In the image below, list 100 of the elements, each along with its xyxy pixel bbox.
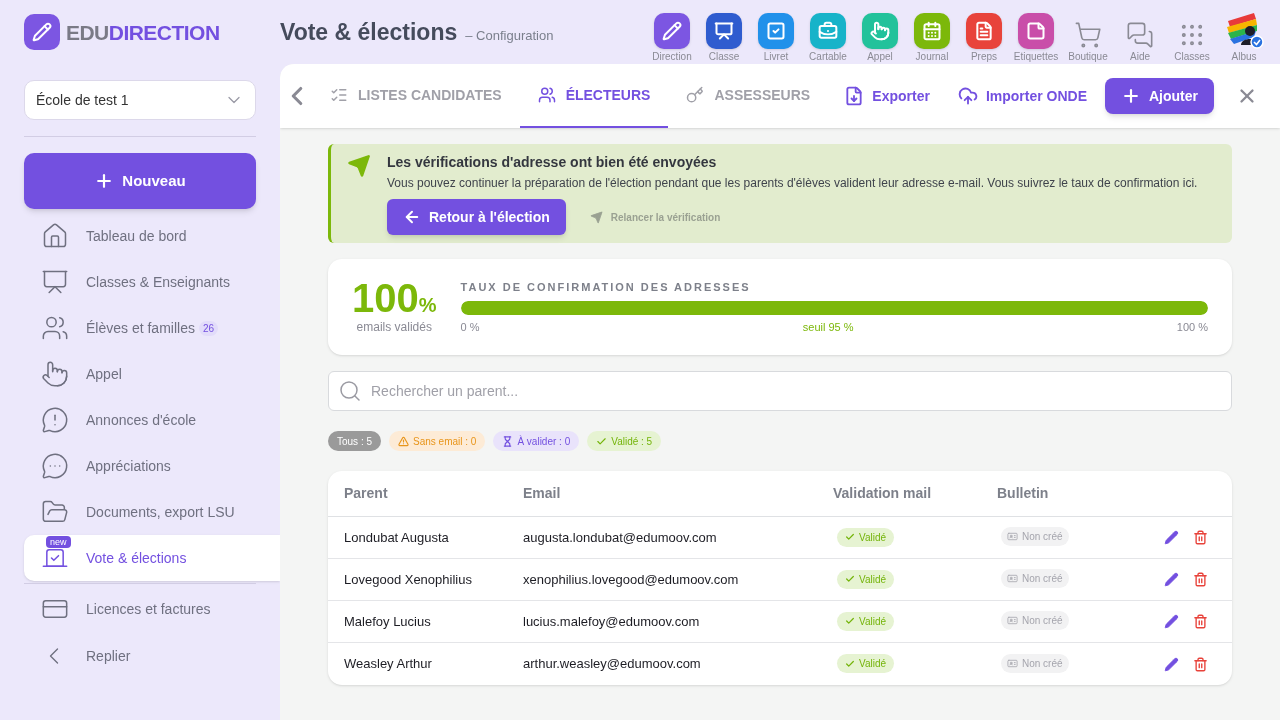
rate-title: TAUX DE CONFIRMATION DES ADRESSES: [460, 279, 752, 295]
check-icon: [596, 435, 608, 447]
scale-max: 100 %: [1176, 320, 1208, 335]
sidebar-label: Appel: [86, 364, 122, 384]
page-subtitle: – Configuration: [465, 26, 554, 45]
table-cell-text: xenophilius.lovegood@edumoov.com: [523, 570, 740, 589]
status-badge: Validé: [837, 654, 895, 673]
tab[interactable]: ASSESSEURS: [668, 64, 829, 128]
alert-bubble-icon: [41, 406, 69, 434]
column-header: Validation mail: [833, 484, 933, 503]
sidebar-item[interactable]: Licences et factures: [24, 586, 280, 632]
toolbar-link[interactable]: Exporter: [830, 85, 944, 107]
resend-link[interactable]: Relancer la vérification: [589, 209, 721, 225]
app-launcher[interactable]: Livret: [750, 2, 802, 62]
add-button[interactable]: Ajouter: [1105, 78, 1214, 114]
app-launcher[interactable]: Boutique: [1062, 2, 1114, 62]
check-icon: [845, 616, 855, 626]
file-download-icon: [844, 86, 865, 106]
sidebar-item[interactable]: Annonces d'école: [24, 397, 280, 443]
sidebar-label: Tableau de bord: [86, 226, 187, 246]
report-badge: Non créé: [1001, 653, 1069, 673]
logo-icon: [24, 14, 60, 50]
column-header: Email: [523, 484, 562, 503]
sidebar-label: Appréciations: [86, 456, 171, 476]
app-launcher[interactable]: Journal: [906, 2, 958, 62]
edit-icon[interactable]: [1164, 614, 1179, 629]
table-cell-text: Lovegood Xenophilius: [343, 570, 473, 589]
filter-chip[interactable]: Tous : 5: [328, 431, 382, 451]
app-launcher[interactable]: Appel: [854, 2, 906, 62]
new-button[interactable]: Nouveau: [24, 153, 256, 209]
paper-plane-icon: [347, 154, 371, 178]
table-cell-text: Weasley Arthur: [343, 655, 433, 674]
sidebar-item[interactable]: Appel: [24, 351, 280, 397]
count-badge: 26: [198, 320, 219, 336]
alert-title: Les vérifications d'adresse ont bien été envoyées: [387, 153, 718, 172]
house-icon: [41, 222, 69, 250]
edit-icon[interactable]: [1164, 656, 1179, 672]
edit-icon[interactable]: [1164, 530, 1179, 545]
table-cell-text: lucius.malefoy@edumoov.com: [523, 612, 701, 631]
hourglass-icon: [502, 435, 514, 447]
app-launcher[interactable]: Albus: [1218, 2, 1270, 62]
sidebar-item[interactable]: Classes & Enseignants: [24, 259, 280, 305]
cloud-upload-icon: [957, 86, 978, 106]
rate-caption: emails validés: [356, 319, 432, 336]
logo-wordmark: EDUDIRECTION: [66, 21, 220, 43]
check-icon: [845, 532, 855, 542]
key-icon: [686, 86, 705, 104]
table-cell-text: Malefoy Lucius: [343, 612, 432, 631]
report-badge: Non créé: [1001, 611, 1069, 631]
sidebar-label: Élèves et familles: [86, 318, 195, 338]
checklist-icon: [330, 86, 348, 104]
table-cell-text: arthur.weasley@edumoov.com: [523, 655, 702, 674]
table-cell-text: augusta.londubat@edumoov.com: [523, 528, 718, 547]
avatar-icon: [1224, 11, 1264, 49]
search-icon: [338, 379, 362, 403]
app-launcher[interactable]: Preps: [958, 2, 1010, 62]
warning-icon: [398, 435, 410, 447]
delete-icon[interactable]: [1193, 572, 1208, 587]
delete-icon[interactable]: [1193, 614, 1208, 629]
page-title: Vote & élections: [280, 17, 458, 47]
scale-min: 0 %: [460, 320, 480, 335]
people-icon: [537, 86, 556, 104]
column-header: Parent: [343, 484, 389, 503]
sidebar-item[interactable]: Appréciations: [24, 443, 280, 489]
app-launcher[interactable]: Aide: [1114, 2, 1166, 62]
status-badge: Validé: [837, 527, 895, 547]
back-button[interactable]: Retour à l'élection: [387, 199, 566, 235]
sidebar-item[interactable]: Tableau de bord: [24, 213, 280, 259]
edit-icon[interactable]: [1164, 572, 1179, 587]
app-launcher[interactable]: Classes: [1166, 2, 1218, 62]
status-badge: Validé: [837, 569, 895, 589]
sidebar-label: Documents, export LSU: [86, 502, 235, 522]
school-select[interactable]: École de test 1: [24, 80, 256, 120]
people-icon: [41, 314, 69, 342]
app-launcher[interactable]: Direction: [646, 2, 698, 62]
id-card-icon: [1007, 573, 1018, 585]
app-launcher[interactable]: Classe: [698, 2, 750, 62]
classroom-icon: [41, 268, 69, 296]
app-launcher[interactable]: Cartable: [802, 2, 854, 62]
toolbar-link[interactable]: Importer ONDE: [943, 85, 1101, 107]
sidebar-item[interactable]: new Vote & élections: [24, 535, 280, 581]
delete-icon[interactable]: [1193, 656, 1208, 672]
filter-chip[interactable]: Validé : 5: [587, 431, 662, 451]
filter-chip[interactable]: Sans email : 0: [389, 431, 486, 451]
tab[interactable]: ÉLECTEURS: [519, 64, 669, 128]
collapse-button[interactable]: Replier: [24, 636, 280, 676]
alert-text: Vous pouvez continuer la préparation de l'élection pendant que les parents d'élèves valident leur adresse e-mail. Vous suivrez le taux de confirmation ici.: [387, 175, 1198, 191]
paper-plane-icon: [589, 210, 603, 224]
sidebar-item[interactable]: Élèves et familles 26: [24, 305, 280, 351]
report-badge: Non créé: [1001, 569, 1069, 589]
tab[interactable]: LISTES CANDIDATES: [312, 64, 520, 128]
search-field[interactable]: Rechercher un parent...: [328, 371, 1232, 411]
status-badge: Validé: [837, 611, 895, 631]
cart-icon: [1074, 21, 1102, 49]
check-icon: [845, 658, 855, 669]
delete-icon[interactable]: [1193, 530, 1208, 545]
app-launcher[interactable]: Etiquettes: [1010, 2, 1062, 62]
table-cell-text: Londubat Augusta: [343, 528, 450, 547]
sidebar-item[interactable]: Documents, export LSU: [24, 489, 280, 535]
filter-chip[interactable]: À valider : 0: [493, 431, 580, 451]
